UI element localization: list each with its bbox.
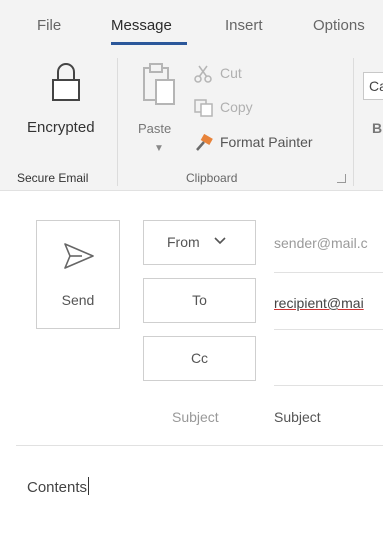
text-cursor [88,477,90,495]
message-body-text: Contents [27,479,88,496]
message-body[interactable]: Contents [27,477,90,496]
encrypted-button[interactable]: Encrypted [20,58,108,136]
copy-icon [194,99,213,117]
dialog-launcher-icon[interactable] [337,174,346,183]
encrypted-label: Encrypted [27,119,95,136]
paste-button[interactable]: Paste ▼ [133,58,183,158]
tab-insert[interactable]: Insert [225,17,263,34]
ribbon-divider [117,58,118,186]
send-button[interactable]: Send [36,220,120,329]
cc-button[interactable]: Cc [143,336,256,381]
field-underline [274,385,383,386]
from-button[interactable]: From [143,220,256,265]
tab-file[interactable]: File [37,17,61,34]
cut-label: Cut [220,65,242,81]
to-field[interactable]: recipient@mai [274,295,364,311]
scissors-icon [194,65,212,83]
ribbon: Encrypted Secure Email Paste ▼ Cut Copy … [0,50,383,190]
header-body-divider [16,445,383,446]
ribbon-tab-bar: File Message Insert Options [0,0,383,50]
chevron-down-icon [214,237,226,245]
tab-options[interactable]: Options [313,17,365,34]
secure-email-group-label: Secure Email [17,171,89,185]
format-painter-icon [196,134,213,151]
paste-label: Paste [138,121,172,136]
subject-label: Subject [172,409,219,425]
active-tab-indicator [111,42,187,45]
lock-icon [52,63,80,101]
send-label: Send [61,292,95,308]
outlook-compose-window: File Message Insert Options Encrypted Se… [0,0,383,541]
compose-area: Send From sender@mail.c To recipient@mai… [0,191,383,541]
from-address[interactable]: sender@mail.c [274,235,368,251]
from-label: From [167,234,200,250]
send-icon [64,243,94,269]
tab-message[interactable]: Message [111,17,172,34]
format-painter-label: Format Painter [220,134,313,150]
field-underline [274,329,383,330]
font-name-value: Ca [369,78,383,94]
chevron-down-icon: ▼ [154,143,164,154]
copy-label: Copy [220,99,253,115]
field-underline [274,272,383,273]
clipboard-group-label: Clipboard [186,171,238,185]
bold-button[interactable]: B [372,120,382,136]
cc-label: Cc [190,350,209,366]
ribbon-divider [353,58,354,186]
to-label: To [192,292,207,308]
font-name-dropdown[interactable]: Ca [363,72,383,100]
to-button[interactable]: To [143,278,256,323]
paste-icon [143,63,175,105]
subject-input[interactable] [274,405,382,429]
